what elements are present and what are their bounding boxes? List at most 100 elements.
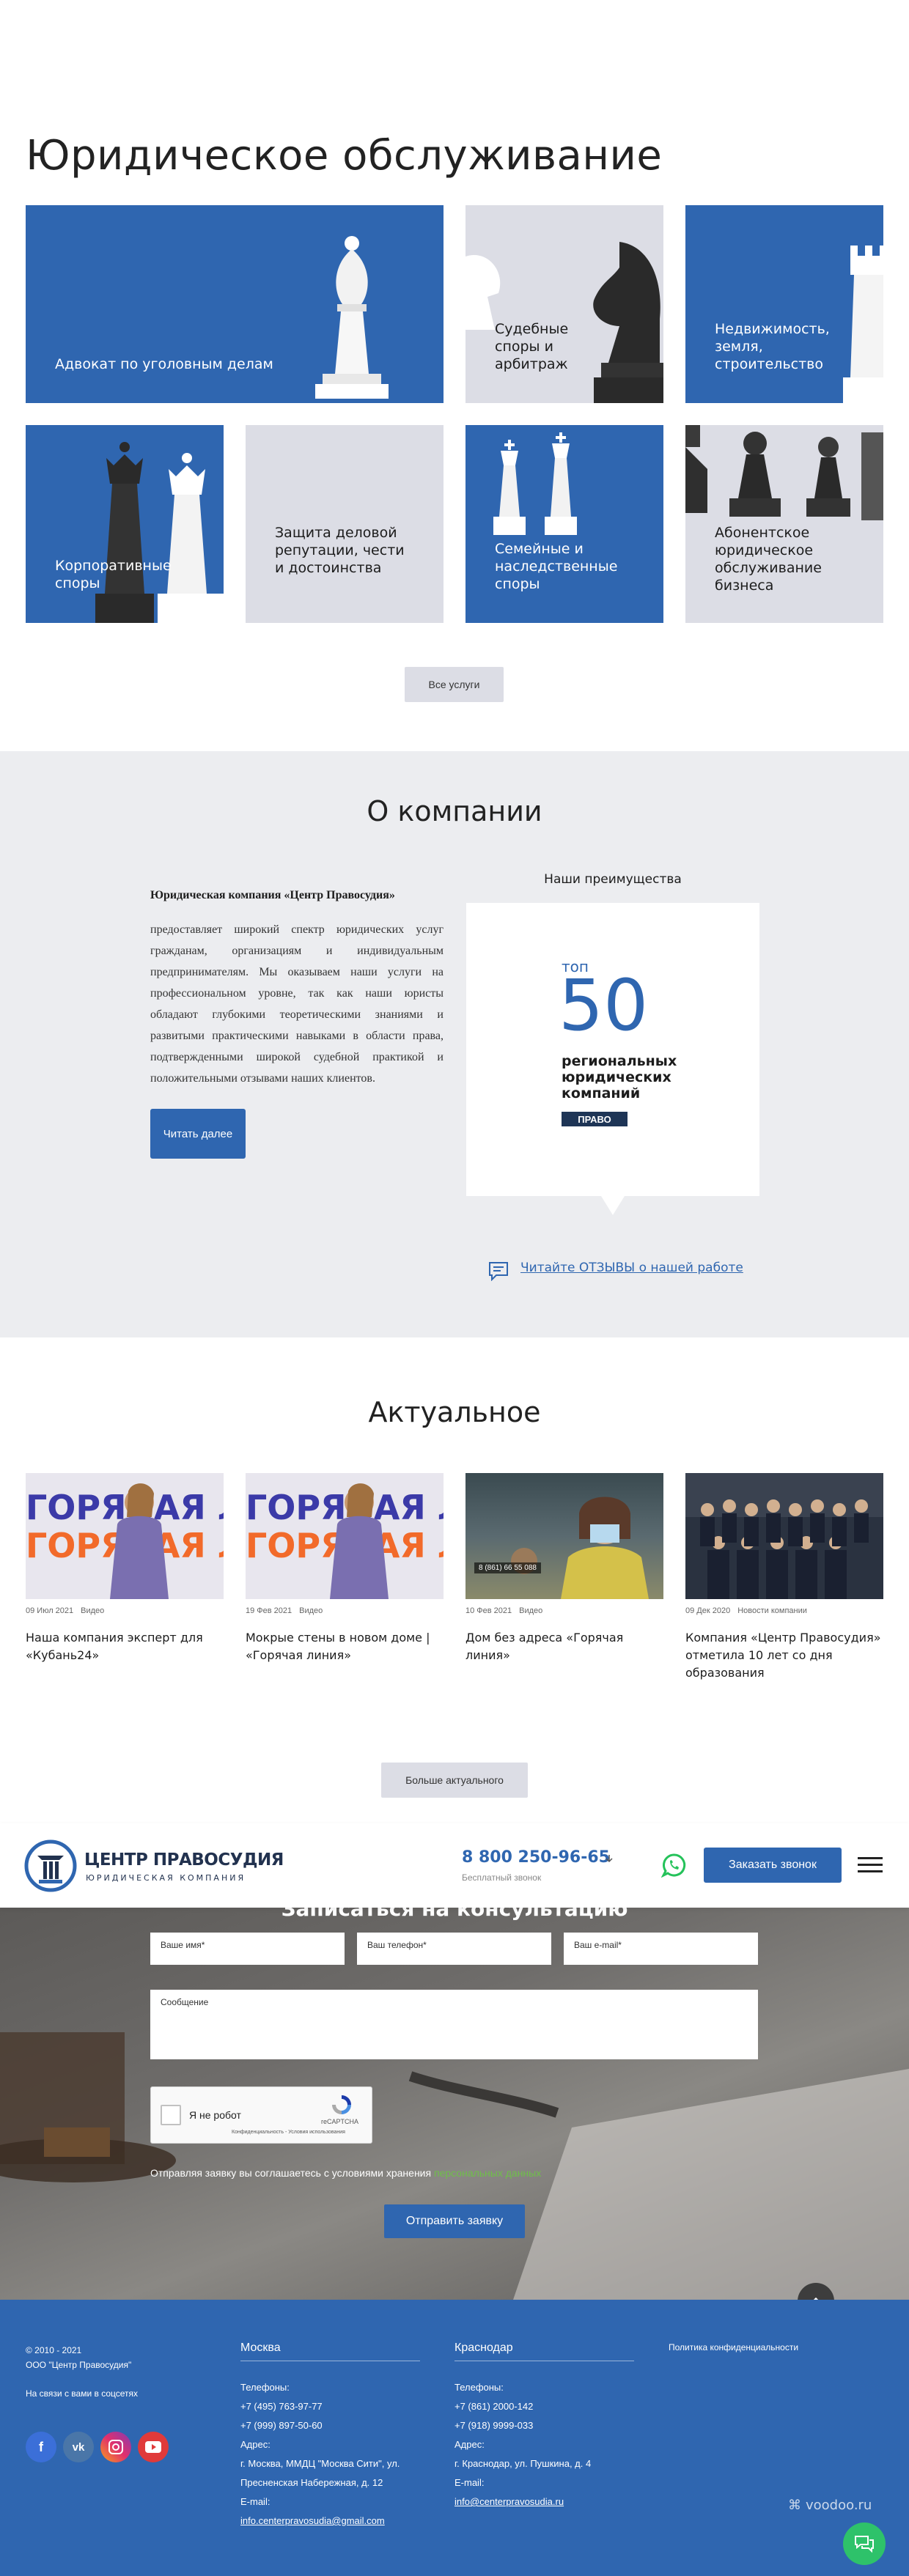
tile-label: Судебные споры и арбитраж — [495, 321, 569, 372]
news-category[interactable]: Видео — [299, 1606, 323, 1615]
krasnodar-email[interactable]: info@centerpravosudia.ru — [454, 2492, 645, 2512]
moscow-phone-1[interactable]: +7 (495) 763-97-77 — [240, 2397, 431, 2416]
captcha-brand: reCAPTCHA — [321, 2118, 359, 2125]
recaptcha-icon — [332, 2095, 351, 2114]
news-meta: 09 Дек 2020 Новости компании — [685, 1606, 807, 1615]
news-image[interactable]: 8 (861) 66 55 088 — [465, 1473, 663, 1599]
captcha-checkbox[interactable] — [161, 2105, 181, 2125]
captcha-label: Я не робот — [189, 2109, 241, 2121]
captcha-links[interactable]: Конфиденциальность - Условия использован… — [232, 2130, 345, 2135]
voodoo-logo-icon: ⌘ — [788, 2498, 801, 2513]
all-services-button[interactable]: Все услуги — [405, 667, 504, 702]
about-title: О компании — [367, 795, 542, 827]
company-legal-name: ООО "Центр Правосудия" — [26, 2360, 132, 2370]
news-category[interactable]: Новости компании — [737, 1606, 807, 1615]
chess-bishop-icon — [315, 236, 389, 399]
service-tile-subscription[interactable]: Абонентское юридическое обслуживание биз… — [685, 425, 883, 623]
name-input[interactable]: Ваше имя* — [150, 1933, 345, 1965]
news-title-link[interactable]: Компания «Центр Правосудия» отметила 10 … — [685, 1629, 883, 1682]
news-title: Актуальное — [368, 1396, 541, 1428]
tile-label: Защита деловой репутации, чести и достои… — [275, 525, 405, 576]
news-image[interactable]: ГОРЯЧАЯ ЛИНИЯ ГОРЯЧАЯ ЛИНИЯ — [246, 1473, 444, 1599]
header-phone[interactable]: 8 800 250-96-65 — [462, 1848, 610, 1867]
logo-subtitle: ЮРИДИЧЕСКАЯ КОМПАНИЯ — [86, 1873, 246, 1883]
news-image-caption: 8 (861) 66 55 088 — [474, 1562, 541, 1573]
youtube-icon[interactable] — [138, 2432, 169, 2462]
advantages-title: Наши преимущества — [544, 872, 682, 887]
tile-label: Корпоративные споры — [55, 558, 172, 591]
instagram-icon[interactable] — [100, 2432, 131, 2462]
address-label: Адрес: — [454, 2439, 485, 2450]
agreement-label: Отправляя заявку вы соглашаетесь с услов… — [150, 2167, 432, 2179]
news-category[interactable]: Видео — [519, 1606, 542, 1615]
advantage-number: 50 — [559, 964, 649, 1047]
facebook-icon[interactable]: f — [26, 2432, 56, 2462]
advantage-card[interactable]: топ 50 региональных юридических компаний… — [466, 903, 759, 1196]
news-date: 09 Июл 2021 — [26, 1606, 74, 1615]
news-meta: 10 Фев 2021 Видео — [465, 1606, 542, 1615]
email-label: E-mail: — [454, 2477, 485, 2488]
phone-caption: Бесплатный звонок — [462, 1872, 542, 1883]
moscow-heading: Москва — [240, 2341, 420, 2361]
more-news-button[interactable]: Больше актуального — [381, 1763, 528, 1798]
news-image[interactable] — [685, 1473, 883, 1599]
chat-button[interactable] — [843, 2523, 886, 2565]
news-title-link[interactable]: Наша компания эксперт для «Кубань24» — [26, 1629, 224, 1664]
krasnodar-phone-1[interactable]: +7 (861) 2000-142 — [454, 2397, 645, 2416]
service-tile-corporate[interactable]: Корпоративные споры — [26, 425, 224, 623]
chess-pawns-icon — [685, 425, 883, 520]
moscow-phone-2[interactable]: +7 (999) 897-50-60 — [240, 2416, 431, 2435]
news-meta: 19 Фев 2021 Видео — [246, 1606, 323, 1615]
advantage-caption: региональных юридических компаний — [562, 1053, 677, 1101]
submit-button[interactable]: Отправить заявку — [384, 2204, 525, 2238]
chess-rook-icon — [843, 246, 883, 403]
krasnodar-phone-2[interactable]: +7 (918) 9999-033 — [454, 2416, 645, 2435]
krasnodar-address: г. Краснодар, ул. Пушкина, д. 4 — [454, 2458, 592, 2469]
email-input[interactable]: Ваш e-mail* — [564, 1933, 758, 1965]
service-tile-reputation[interactable]: Защита деловой репутации, чести и достои… — [246, 425, 444, 623]
news-title-link[interactable]: Мокрые стены в новом доме | «Горячая лин… — [246, 1629, 444, 1664]
social-label: На связи с вами в соцсетях — [26, 2388, 139, 2399]
logo-name: ЦЕНТР ПРАВОСУДИЯ — [84, 1850, 284, 1870]
news-meta: 09 Июл 2021 Видео — [26, 1606, 104, 1615]
order-call-button[interactable]: Заказать звонок — [704, 1848, 842, 1883]
tile-label: Адвокат по уголовным делам — [55, 356, 273, 372]
read-more-button[interactable]: Читать далее — [150, 1109, 246, 1159]
email-label: E-mail: — [240, 2496, 271, 2507]
phones-label: Телефоны: — [454, 2382, 504, 2393]
reviews-link[interactable]: Читайте ОТЗЫВЫ о нашей работе — [520, 1261, 743, 1275]
service-tile-family[interactable]: Семейные и наследственные споры — [465, 425, 663, 623]
service-tile-criminal[interactable]: Адвокат по уголовным делам — [26, 205, 444, 403]
chess-queens-icon — [95, 442, 224, 623]
recaptcha-widget[interactable]: Я не робот reCAPTCHA Конфиденциальность … — [150, 2086, 372, 2144]
phones-label: Телефоны: — [240, 2382, 290, 2393]
consultation-section — [0, 1908, 909, 2300]
krasnodar-heading: Краснодар — [454, 2341, 634, 2361]
moscow-contacts: Телефоны: +7 (495) 763-97-77 +7 (999) 89… — [240, 2378, 431, 2531]
moscow-email[interactable]: info.centerpravosudia@gmail.com — [240, 2512, 431, 2531]
privacy-policy-link[interactable]: Политика конфиденциальности — [669, 2340, 798, 2355]
company-name: Юридическая компания «Центр Правосудия» — [150, 889, 395, 901]
services-title: Юридическое обслуживание — [26, 132, 663, 180]
interview-icon — [511, 1496, 649, 1599]
service-tile-arbitration[interactable]: Судебные споры и арбитраж — [465, 205, 663, 403]
voodoo-watermark[interactable]: ⌘ voodoo.ru — [788, 2498, 872, 2513]
privacy-data-link[interactable]: персональных данных — [434, 2167, 541, 2179]
news-image[interactable]: ГОРЯЧАЯ ЛИНИЯ ГОРЯЧАЯ ЛИНИЯ — [26, 1473, 224, 1599]
service-tile-realty[interactable]: Недвижимость, земля, строительство — [685, 205, 883, 403]
tile-label: Недвижимость, земля, строительство — [715, 321, 830, 372]
agreement-text: Отправляя заявку вы соглашаетесь с услов… — [150, 2167, 541, 2179]
menu-icon[interactable] — [858, 1856, 883, 1875]
news-title-link[interactable]: Дом без адреса «Горячая линия» — [465, 1629, 663, 1664]
phone-input[interactable]: Ваш телефон* — [357, 1933, 551, 1965]
vk-icon[interactable]: vk — [63, 2432, 94, 2462]
news-category[interactable]: Видео — [81, 1606, 104, 1615]
voodoo-text: voodoo.ru — [806, 2498, 872, 2513]
message-textarea[interactable]: Сообщение — [150, 1990, 758, 2059]
chat-icon — [855, 2536, 874, 2553]
arrow-down-icon[interactable] — [605, 1854, 614, 1863]
whatsapp-icon[interactable] — [661, 1853, 686, 1878]
pravo-logo: ПРАВО — [562, 1112, 628, 1126]
about-text: предоставляет широкий спектр юридических… — [150, 923, 444, 1085]
logo-icon[interactable] — [24, 1839, 77, 1892]
